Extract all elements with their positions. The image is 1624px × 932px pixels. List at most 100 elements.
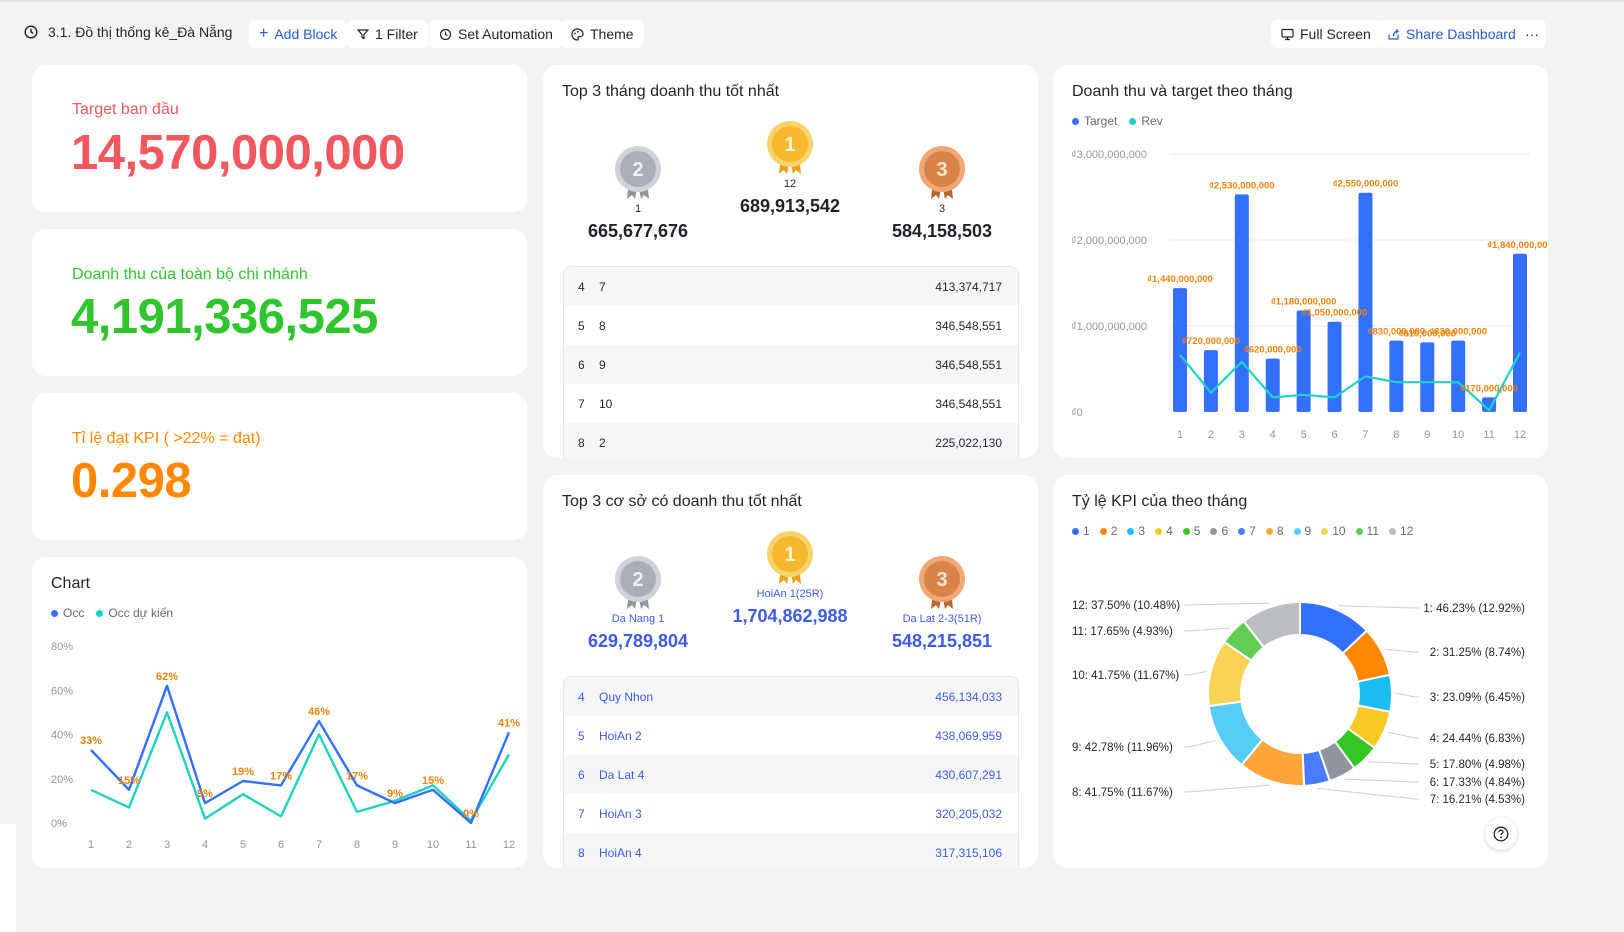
table-row[interactable]: 7 10 346,548,551 xyxy=(564,384,1018,423)
branch-podium-third-value: 548,215,851 xyxy=(891,631,993,651)
bar-target-8 xyxy=(1389,340,1404,412)
help-button[interactable] xyxy=(1485,818,1517,850)
x-tick-label: 10 xyxy=(1452,429,1464,441)
bar-target-3 xyxy=(1234,194,1249,412)
y-tick-label: 40% xyxy=(51,730,73,742)
table-row[interactable]: 7 HoiAn 3 320,205,032 xyxy=(564,794,1018,833)
medal-svg: 3 xyxy=(919,146,965,199)
data-label: ₫1,440,000,000 xyxy=(1147,274,1213,285)
full-screen-button[interactable]: Full Screen xyxy=(1271,20,1381,48)
data-label: 17% xyxy=(346,770,368,782)
branch-podium-third-label: Da Lat 2-3(51R) xyxy=(902,613,982,625)
data-label: ₫1,180,000,000 xyxy=(1271,297,1337,308)
kpi-card-target[interactable]: Target ban đầu 14,570,000,000 xyxy=(32,65,527,212)
data-label: ₫2,550,000,000 xyxy=(1333,179,1399,190)
x-tick-label: 7 xyxy=(316,839,322,851)
table-row[interactable]: 6 9 346,548,551 xyxy=(564,345,1018,384)
podium-second-value: 665,677,676 xyxy=(587,221,689,241)
share-icon xyxy=(1388,28,1399,40)
table-row[interactable]: 6 Da Lat 4 430,607,291 xyxy=(564,755,1018,794)
data-label: ₫170,000,000 xyxy=(1460,383,1518,394)
podium-third: 3 3 584,158,503 xyxy=(867,145,1017,242)
kpi-card-ratio[interactable]: Tỉ lệ đạt KPI ( >22% = đạt) 0.298 xyxy=(32,393,527,540)
add-block-button[interactable]: + Add Block xyxy=(249,20,348,48)
kpi-target-value: 14,570,000,000 xyxy=(71,126,405,180)
x-tick-label: 7 xyxy=(1362,429,1368,441)
y-tick-label: 80% xyxy=(51,641,73,653)
data-label: 0% xyxy=(463,808,479,820)
data-label: 41% xyxy=(498,717,520,729)
table-row[interactable]: 5 HoiAn 2 438,069,959 xyxy=(564,716,1018,755)
y-tick-label: ₫2,000,000,000 xyxy=(1071,235,1147,247)
y-tick-label: 60% xyxy=(51,685,73,697)
kpi-revenue-value: 4,191,336,525 xyxy=(71,290,378,344)
silver-medal-icon: 2 xyxy=(563,555,713,611)
medal-number: 3 xyxy=(936,569,947,591)
kpi-pie-card[interactable]: Tỷ lệ KPI của theo tháng 1 2 3 4 5 6 7 8 9 10 11 12… xyxy=(1053,475,1548,868)
medal-svg: 2 xyxy=(615,146,661,199)
leader-line xyxy=(1368,761,1419,765)
leader-line xyxy=(1337,605,1419,609)
podium-third-label: 3 xyxy=(938,203,946,215)
table-row[interactable]: 8 2 225,022,130 xyxy=(564,423,1018,458)
medal-number: 3 xyxy=(936,159,947,181)
x-tick-label: 12 xyxy=(1514,429,1526,441)
data-label: 17% xyxy=(270,770,292,782)
plus-icon: + xyxy=(259,25,269,42)
revenue-target-card[interactable]: Doanh thu và target theo tháng Target Re… xyxy=(1053,65,1548,458)
series-line-occ-dự-kiến xyxy=(90,711,511,822)
filter-icon xyxy=(357,29,369,40)
leader-line xyxy=(1184,740,1217,748)
branch-podium-third: 3 Da Lat 2-3(51R) 548,215,851 xyxy=(867,555,1017,652)
theme-button[interactable]: Theme xyxy=(561,20,644,48)
x-tick-label: 3 xyxy=(164,839,170,851)
kpi-card-revenue[interactable]: Doanh thu của toàn bộ chi nhánh 4,191,33… xyxy=(32,229,527,376)
kpi-target-label: Target ban đầu xyxy=(72,101,179,118)
slice-label: 10: 41.75% (11.67%) xyxy=(1072,670,1179,682)
dashboard-title-area: 3.1. Đồ thị thống kê_Đà Nẵng xyxy=(24,24,232,40)
top-months-card[interactable]: Top 3 tháng doanh thu tốt nhất 2 1 665,6… xyxy=(543,65,1038,458)
full-screen-label: Full Screen xyxy=(1300,26,1371,42)
top-branches-card[interactable]: Top 3 cơ sở có doanh thu tốt nhất 2 Da N… xyxy=(543,475,1038,868)
occ-chart-card[interactable]: Chart Occ Occ dự kiến 0% 20% 40% 60% 80% 1 2 3 4… xyxy=(32,557,527,868)
branch-podium-second-value: 629,789,804 xyxy=(587,631,689,651)
slice-label: 12: 37.50% (10.48%) xyxy=(1072,600,1180,612)
x-tick-label: 6 xyxy=(1331,429,1337,441)
podium-first-label: 12 xyxy=(783,178,797,190)
filter-button[interactable]: 1 Filter xyxy=(347,20,428,48)
series-line-rev xyxy=(1179,352,1521,412)
medal-svg: 1 xyxy=(767,121,813,174)
top-months-table: 4 7 413,374,717 5 8 346,548,551 6 9 346,548,55… xyxy=(563,266,1019,458)
data-label: 9% xyxy=(197,788,213,800)
table-row[interactable]: 4 Quy Nhon 456,134,033 xyxy=(564,677,1018,716)
table-row[interactable]: 8 HoiAn 4 317,315,106 xyxy=(564,833,1018,868)
set-automation-button[interactable]: Set Automation xyxy=(429,20,563,48)
table-row[interactable]: 5 8 346,548,551 xyxy=(564,306,1018,345)
x-tick-label: 2 xyxy=(126,839,132,851)
x-tick-label: 9 xyxy=(392,839,398,851)
data-label: 19% xyxy=(232,766,254,778)
branch-podium-first-label: HoiAn 1(25R) xyxy=(756,588,824,600)
kpi-revenue-label: Doanh thu của toàn bộ chi nhánh xyxy=(72,266,308,283)
data-label: ₫2,530,000,000 xyxy=(1209,180,1275,191)
bar-target-2 xyxy=(1203,350,1218,412)
x-tick-label: 11 xyxy=(465,839,476,851)
theme-label: Theme xyxy=(590,26,634,42)
kpi-donut-chart: 1: 46.23% (12.92%) 2: 31.25% (8.74%) 3: 23… xyxy=(1072,600,1525,806)
share-dashboard-button[interactable]: Share Dashboard xyxy=(1377,20,1526,48)
x-tick-label: 8 xyxy=(354,839,360,851)
slice-label: 6: 17.33% (4.84%) xyxy=(1430,777,1525,789)
branch-podium-second-label: Da Nang 1 xyxy=(611,613,665,625)
series-line-occ xyxy=(90,684,511,825)
medal-number: 1 xyxy=(784,544,795,566)
x-tick-label: 4 xyxy=(202,839,208,851)
podium-first: 1 12 689,913,542 xyxy=(715,120,865,217)
table-row[interactable]: 4 7 413,374,717 xyxy=(564,267,1018,306)
more-options-button[interactable]: ··· xyxy=(1518,20,1546,48)
silver-medal-icon: 2 xyxy=(563,145,713,201)
slice-label: 7: 16.21% (4.53%) xyxy=(1430,794,1525,806)
podium-third-value: 584,158,503 xyxy=(891,221,993,241)
palette-icon xyxy=(571,27,584,41)
x-tick-label: 2 xyxy=(1208,429,1214,441)
x-tick-label: 9 xyxy=(1424,429,1430,441)
